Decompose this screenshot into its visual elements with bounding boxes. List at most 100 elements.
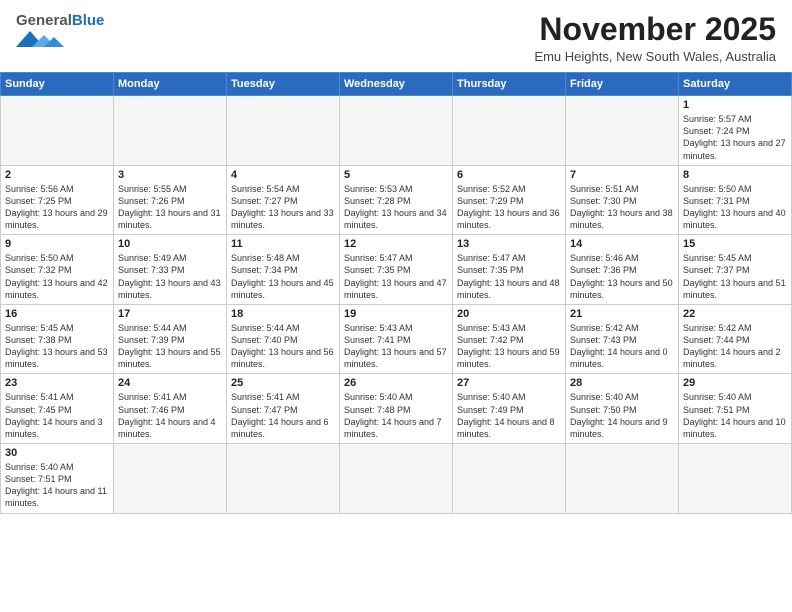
day-cell <box>227 96 340 166</box>
day-cell: 6 Sunrise: 5:52 AMSunset: 7:29 PMDaylight… <box>453 165 566 235</box>
day-info: Sunrise: 5:44 AMSunset: 7:40 PMDaylight:… <box>231 322 335 371</box>
day-info: Sunrise: 5:42 AMSunset: 7:44 PMDaylight:… <box>683 322 787 371</box>
day-info: Sunrise: 5:51 AMSunset: 7:30 PMDaylight:… <box>570 183 674 232</box>
day-cell <box>566 96 679 166</box>
day-info: Sunrise: 5:40 AMSunset: 7:51 PMDaylight:… <box>683 391 787 440</box>
day-info: Sunrise: 5:45 AMSunset: 7:37 PMDaylight:… <box>683 252 787 301</box>
day-info: Sunrise: 5:57 AMSunset: 7:24 PMDaylight:… <box>683 113 787 162</box>
day-cell: 15 Sunrise: 5:45 AMSunset: 7:37 PMDayligh… <box>679 235 792 305</box>
day-number: 20 <box>457 308 561 320</box>
day-info: Sunrise: 5:53 AMSunset: 7:28 PMDaylight:… <box>344 183 448 232</box>
location: Emu Heights, New South Wales, Australia <box>534 49 776 64</box>
day-number: 25 <box>231 377 335 389</box>
weekday-header-row: SundayMondayTuesdayWednesdayThursdayFrid… <box>1 73 792 96</box>
day-number: 8 <box>683 169 787 181</box>
day-info: Sunrise: 5:42 AMSunset: 7:43 PMDaylight:… <box>570 322 674 371</box>
day-cell: 25Sunrise: 5:41 AMSunset: 7:47 PMDayligh… <box>227 374 340 444</box>
header: General Blue November 2025 Emu Heights, … <box>0 0 792 72</box>
day-cell: 14 Sunrise: 5:46 AMSunset: 7:36 PMDayligh… <box>566 235 679 305</box>
logo: General Blue <box>16 12 104 49</box>
day-number: 29 <box>683 377 787 389</box>
title-block: November 2025 Emu Heights, New South Wal… <box>534 12 776 64</box>
day-number: 24 <box>118 377 222 389</box>
week-row-3: 9Sunrise: 5:50 AMSunset: 7:32 PMDaylight… <box>1 235 792 305</box>
day-number: 12 <box>344 238 448 250</box>
day-number: 11 <box>231 238 335 250</box>
weekday-sunday: Sunday <box>1 73 114 96</box>
day-cell: 30Sunrise: 5:40 AMSunset: 7:51 PMDayligh… <box>1 444 114 514</box>
day-cell: 29 Sunrise: 5:40 AMSunset: 7:51 PMDayligh… <box>679 374 792 444</box>
day-number: 26 <box>344 377 448 389</box>
day-info: Sunrise: 5:47 AMSunset: 7:35 PMDaylight:… <box>344 252 448 301</box>
day-cell: 27 Sunrise: 5:40 AMSunset: 7:49 PMDayligh… <box>453 374 566 444</box>
day-info: Sunrise: 5:49 AMSunset: 7:33 PMDaylight:… <box>118 252 222 301</box>
day-info: Sunrise: 5:55 AMSunset: 7:26 PMDaylight:… <box>118 183 222 232</box>
day-number: 10 <box>118 238 222 250</box>
day-info: Sunrise: 5:43 AMSunset: 7:42 PMDaylight:… <box>457 322 561 371</box>
day-info: Sunrise: 5:46 AMSunset: 7:36 PMDaylight:… <box>570 252 674 301</box>
day-info: Sunrise: 5:41 AMSunset: 7:45 PMDaylight:… <box>5 391 109 440</box>
day-cell: 10 Sunrise: 5:49 AMSunset: 7:33 PMDayligh… <box>114 235 227 305</box>
day-cell: 2Sunrise: 5:56 AMSunset: 7:25 PMDaylight… <box>1 165 114 235</box>
day-cell: 26 Sunrise: 5:40 AMSunset: 7:48 PMDayligh… <box>340 374 453 444</box>
day-number: 9 <box>5 238 109 250</box>
weekday-tuesday: Tuesday <box>227 73 340 96</box>
day-cell: 21Sunrise: 5:42 AMSunset: 7:43 PMDayligh… <box>566 304 679 374</box>
weekday-friday: Friday <box>566 73 679 96</box>
day-cell: 8 Sunrise: 5:50 AMSunset: 7:31 PMDaylight… <box>679 165 792 235</box>
day-info: Sunrise: 5:40 AMSunset: 7:50 PMDaylight:… <box>570 391 674 440</box>
day-cell: 23 Sunrise: 5:41 AMSunset: 7:45 PMDayligh… <box>1 374 114 444</box>
day-cell: 13Sunrise: 5:47 AMSunset: 7:35 PMDayligh… <box>453 235 566 305</box>
week-row-6: 30Sunrise: 5:40 AMSunset: 7:51 PMDayligh… <box>1 444 792 514</box>
day-cell <box>114 96 227 166</box>
logo-blue-text: Blue <box>72 12 105 29</box>
day-number: 17 <box>118 308 222 320</box>
month-title: November 2025 <box>534 12 776 47</box>
day-info: Sunrise: 5:56 AMSunset: 7:25 PMDaylight:… <box>5 183 109 232</box>
day-info: Sunrise: 5:54 AMSunset: 7:27 PMDaylight:… <box>231 183 335 232</box>
weekday-monday: Monday <box>114 73 227 96</box>
day-cell <box>114 444 227 514</box>
day-number: 15 <box>683 238 787 250</box>
day-cell: 16Sunrise: 5:45 AMSunset: 7:38 PMDayligh… <box>1 304 114 374</box>
day-cell <box>453 444 566 514</box>
day-cell <box>227 444 340 514</box>
day-number: 1 <box>683 99 787 111</box>
day-cell: 5 Sunrise: 5:53 AMSunset: 7:28 PMDaylight… <box>340 165 453 235</box>
day-info: Sunrise: 5:40 AMSunset: 7:48 PMDaylight:… <box>344 391 448 440</box>
day-number: 22 <box>683 308 787 320</box>
day-number: 3 <box>118 169 222 181</box>
weekday-thursday: Thursday <box>453 73 566 96</box>
day-cell: 11Sunrise: 5:48 AMSunset: 7:34 PMDayligh… <box>227 235 340 305</box>
day-number: 14 <box>570 238 674 250</box>
day-cell: 18Sunrise: 5:44 AMSunset: 7:40 PMDayligh… <box>227 304 340 374</box>
day-number: 27 <box>457 377 561 389</box>
day-cell: 17Sunrise: 5:44 AMSunset: 7:39 PMDayligh… <box>114 304 227 374</box>
day-number: 5 <box>344 169 448 181</box>
calendar: SundayMondayTuesdayWednesdayThursdayFrid… <box>0 72 792 513</box>
day-number: 4 <box>231 169 335 181</box>
weekday-saturday: Saturday <box>679 73 792 96</box>
logo-general-text: General <box>16 12 72 29</box>
day-number: 30 <box>5 447 109 459</box>
day-cell: 20 Sunrise: 5:43 AMSunset: 7:42 PMDayligh… <box>453 304 566 374</box>
weekday-wednesday: Wednesday <box>340 73 453 96</box>
day-cell <box>1 96 114 166</box>
day-cell <box>340 444 453 514</box>
day-info: Sunrise: 5:50 AMSunset: 7:31 PMDaylight:… <box>683 183 787 232</box>
day-number: 6 <box>457 169 561 181</box>
day-cell: 9Sunrise: 5:50 AMSunset: 7:32 PMDaylight… <box>1 235 114 305</box>
day-cell: 19Sunrise: 5:43 AMSunset: 7:41 PMDayligh… <box>340 304 453 374</box>
week-row-4: 16Sunrise: 5:45 AMSunset: 7:38 PMDayligh… <box>1 304 792 374</box>
day-number: 23 <box>5 377 109 389</box>
day-info: Sunrise: 5:40 AMSunset: 7:49 PMDaylight:… <box>457 391 561 440</box>
day-info: Sunrise: 5:52 AMSunset: 7:29 PMDaylight:… <box>457 183 561 232</box>
week-row-1: 1 Sunrise: 5:57 AMSunset: 7:24 PMDaylight… <box>1 96 792 166</box>
day-number: 28 <box>570 377 674 389</box>
day-info: Sunrise: 5:45 AMSunset: 7:38 PMDaylight:… <box>5 322 109 371</box>
day-cell: 1 Sunrise: 5:57 AMSunset: 7:24 PMDaylight… <box>679 96 792 166</box>
day-cell <box>679 444 792 514</box>
day-number: 19 <box>344 308 448 320</box>
day-info: Sunrise: 5:47 AMSunset: 7:35 PMDaylight:… <box>457 252 561 301</box>
day-cell <box>566 444 679 514</box>
